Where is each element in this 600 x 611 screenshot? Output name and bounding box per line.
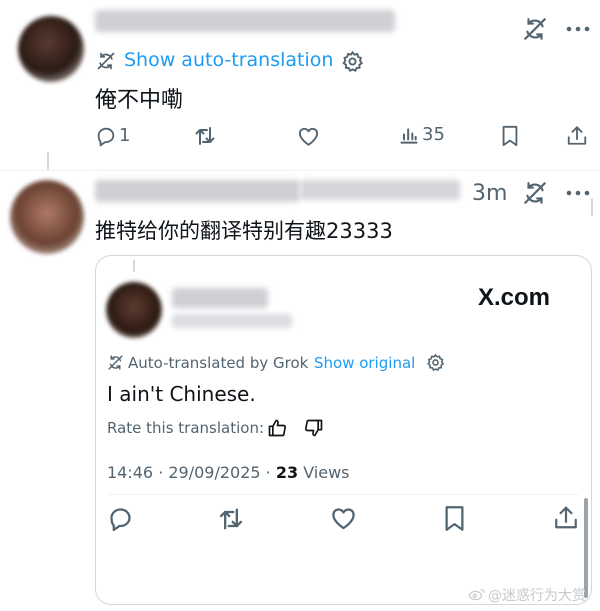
rate-translation-label: Rate this translation: bbox=[107, 419, 265, 437]
divider bbox=[0, 170, 600, 171]
brand-logo: X.com bbox=[478, 284, 551, 311]
repost-icon[interactable] bbox=[217, 505, 245, 533]
post-time[interactable]: 3m bbox=[472, 181, 507, 206]
show-original-link[interactable]: Show original bbox=[314, 354, 415, 372]
reply-icon[interactable] bbox=[95, 125, 117, 147]
share-icon[interactable] bbox=[553, 504, 579, 531]
reply-count: 1 bbox=[119, 125, 131, 146]
more-icon[interactable] bbox=[566, 190, 590, 196]
translate-toggle-icon[interactable] bbox=[522, 180, 548, 206]
gear-icon[interactable] bbox=[426, 353, 445, 372]
bookmark-icon[interactable] bbox=[500, 125, 520, 147]
embedded-post-text: I ain't Chinese. bbox=[107, 382, 256, 406]
username-blurred[interactable] bbox=[95, 10, 395, 32]
views-label: Views bbox=[298, 463, 350, 482]
post-text: 推特给你的翻译特别有趣23333 bbox=[95, 219, 393, 243]
avatar[interactable] bbox=[18, 16, 84, 82]
translate-icon bbox=[96, 51, 116, 71]
bookmark-icon[interactable] bbox=[443, 505, 466, 532]
views-count: 35 bbox=[422, 124, 445, 145]
thumbs-down-icon[interactable] bbox=[304, 418, 324, 438]
translate-icon bbox=[107, 354, 124, 371]
scrollbar[interactable] bbox=[584, 498, 588, 598]
views-count: 23 bbox=[275, 463, 299, 482]
translate-toggle-icon[interactable] bbox=[522, 16, 548, 42]
avatar[interactable] bbox=[106, 282, 162, 338]
thread-line bbox=[133, 260, 135, 272]
post-metadata: 14:46 · 29/09/2025 · 23 Views bbox=[107, 463, 350, 482]
timestamp[interactable]: 14:46 · 29/09/2025 · bbox=[107, 463, 276, 482]
weibo-icon bbox=[468, 587, 486, 601]
thumbs-up-icon[interactable] bbox=[267, 418, 287, 438]
thread-line bbox=[47, 152, 49, 170]
watermark: @迷惑行为大赏 bbox=[488, 588, 586, 604]
reply-icon[interactable] bbox=[107, 505, 134, 532]
username-blurred[interactable] bbox=[95, 180, 300, 202]
share-icon[interactable] bbox=[566, 124, 588, 147]
username-blurred[interactable] bbox=[172, 288, 268, 308]
auto-translated-label: Auto-translated by Grok bbox=[128, 354, 309, 372]
handle-blurred[interactable] bbox=[300, 180, 460, 200]
gear-icon[interactable] bbox=[341, 50, 364, 73]
avatar[interactable] bbox=[10, 180, 84, 254]
views-icon[interactable] bbox=[399, 126, 419, 146]
like-icon[interactable] bbox=[330, 505, 357, 532]
repost-icon[interactable] bbox=[193, 124, 217, 148]
handle-blurred[interactable] bbox=[172, 314, 292, 328]
divider bbox=[107, 494, 579, 495]
like-icon[interactable] bbox=[297, 125, 320, 148]
scrollbar-track bbox=[591, 198, 593, 216]
show-auto-translation-link[interactable]: Show auto-translation bbox=[124, 49, 333, 71]
more-icon[interactable] bbox=[566, 26, 590, 32]
post-text: 俺不中嘞 bbox=[95, 88, 184, 113]
